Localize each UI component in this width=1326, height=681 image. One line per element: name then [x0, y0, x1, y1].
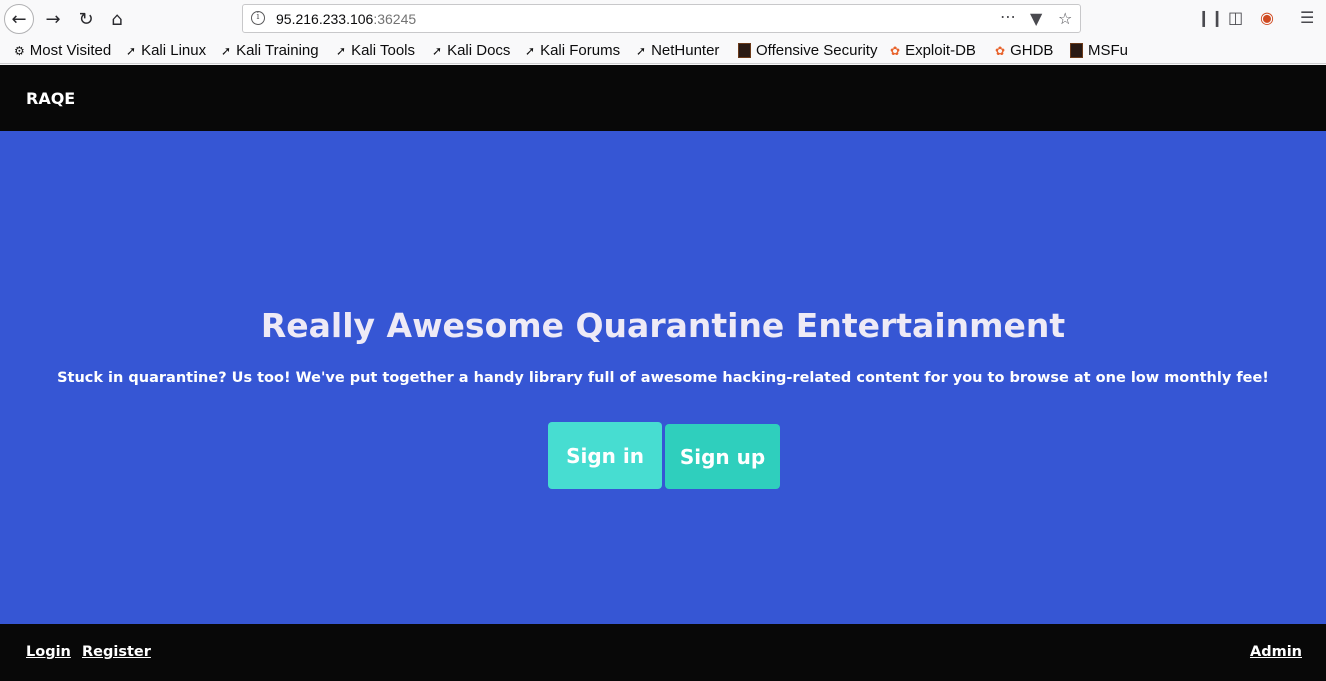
site-info-icon[interactable]: i [251, 11, 265, 25]
exploitdb-icon: ✿ [890, 43, 901, 58]
footer-admin-link[interactable]: Admin [1250, 644, 1302, 660]
bookmark-kali-tools[interactable]: ➚ Kali Tools [336, 42, 415, 59]
bookmark-kali-forums[interactable]: ➚ Kali Forums [525, 42, 620, 59]
bookmark-label: Kali Forums [540, 42, 621, 59]
url-text[interactable]: 95.216.233.106:36245 [276, 11, 416, 27]
bookmark-kali-linux[interactable]: ➚ Kali Linux [126, 42, 206, 59]
bookmark-label: Most Visited [29, 42, 112, 59]
footer-login-link[interactable]: Login [26, 644, 71, 660]
browser-toolbar: ← → ↻ ⌂ i 95.216.233.106:36245 ⋯ ▼ ☆ ❙❙ … [0, 0, 1326, 38]
sign-up-button[interactable]: Sign up [665, 424, 780, 489]
hero-subtitle: Stuck in quarantine? Us too! We've put t… [57, 370, 1269, 386]
sidebar-icon[interactable]: ◫ [1228, 8, 1243, 27]
bookmark-exploit-db[interactable]: ✿ Exploit-DB [890, 42, 976, 59]
bookmark-label: Kali Tools [351, 42, 415, 59]
site-brand[interactable]: RAQE [26, 89, 75, 108]
pocket-icon[interactable]: ▼ [1030, 9, 1042, 28]
kali-icon: ➚ [221, 43, 232, 58]
bookmarks-bar: ⚙ Most Visited ➚ Kali Linux ➚ Kali Train… [0, 38, 1326, 64]
bookmark-label: Kali Linux [141, 42, 207, 59]
forward-button[interactable]: → [38, 4, 68, 34]
bookmark-label: Offensive Security [756, 42, 878, 59]
bookmark-offensive-security[interactable]: Offensive Security [738, 42, 877, 59]
url-port: :36245 [373, 11, 417, 27]
arrow-left-icon: ← [11, 8, 27, 30]
gear-icon: ⚙ [14, 43, 25, 58]
bookmark-label: GHDB [1010, 42, 1054, 59]
bookmark-star-icon[interactable]: ☆ [1058, 9, 1072, 28]
reload-icon: ↻ [78, 8, 94, 30]
page-actions-icon[interactable]: ⋯ [1000, 7, 1016, 26]
bookmark-label: Kali Docs [447, 42, 511, 59]
home-icon: ⌂ [111, 8, 123, 30]
bookmark-kali-training[interactable]: ➚ Kali Training [221, 42, 319, 59]
hero-title: Really Awesome Quarantine Entertainment [260, 306, 1066, 345]
reload-button[interactable]: ↻ [71, 4, 101, 34]
kali-icon: ➚ [336, 43, 347, 58]
exploitdb-icon: ✿ [995, 43, 1006, 58]
hero-section: Really Awesome Quarantine Entertainment … [0, 131, 1326, 624]
arrow-right-icon: → [45, 8, 61, 30]
offsec-icon [738, 43, 751, 58]
site-footer: Login Register Admin [0, 624, 1326, 681]
bookmark-most-visited[interactable]: ⚙ Most Visited [14, 42, 111, 59]
bookmark-label: NetHunter [651, 42, 720, 59]
bookmark-nethunter[interactable]: ➚ NetHunter [636, 42, 719, 59]
bookmark-kali-docs[interactable]: ➚ Kali Docs [432, 42, 510, 59]
kali-icon: ➚ [636, 43, 647, 58]
url-bar[interactable]: i 95.216.233.106:36245 ⋯ ▼ ☆ [242, 4, 1081, 33]
extension-icon[interactable]: ◉ [1260, 8, 1274, 27]
back-button[interactable]: ← [4, 4, 34, 34]
bookmark-ghdb[interactable]: ✿ GHDB [995, 42, 1053, 59]
offsec-icon [1070, 43, 1083, 58]
bookmark-label: MSFu [1088, 42, 1129, 59]
kali-icon: ➚ [126, 43, 137, 58]
kali-icon: ➚ [432, 43, 443, 58]
sign-in-button[interactable]: Sign in [548, 422, 662, 489]
kali-icon: ➚ [525, 43, 536, 58]
menu-icon[interactable]: ☰ [1300, 8, 1314, 27]
bookmark-msfu[interactable]: MSFu [1070, 42, 1128, 59]
page-content: RAQE Really Awesome Quarantine Entertain… [0, 65, 1326, 681]
site-navbar: RAQE [0, 65, 1326, 131]
home-button[interactable]: ⌂ [102, 4, 132, 34]
bookmark-label: Exploit-DB [905, 42, 976, 59]
url-host: 95.216.233.106 [276, 11, 374, 27]
library-icon[interactable]: ❙❙ [1197, 8, 1224, 27]
footer-register-link[interactable]: Register [82, 644, 151, 660]
bookmark-label: Kali Training [236, 42, 319, 59]
